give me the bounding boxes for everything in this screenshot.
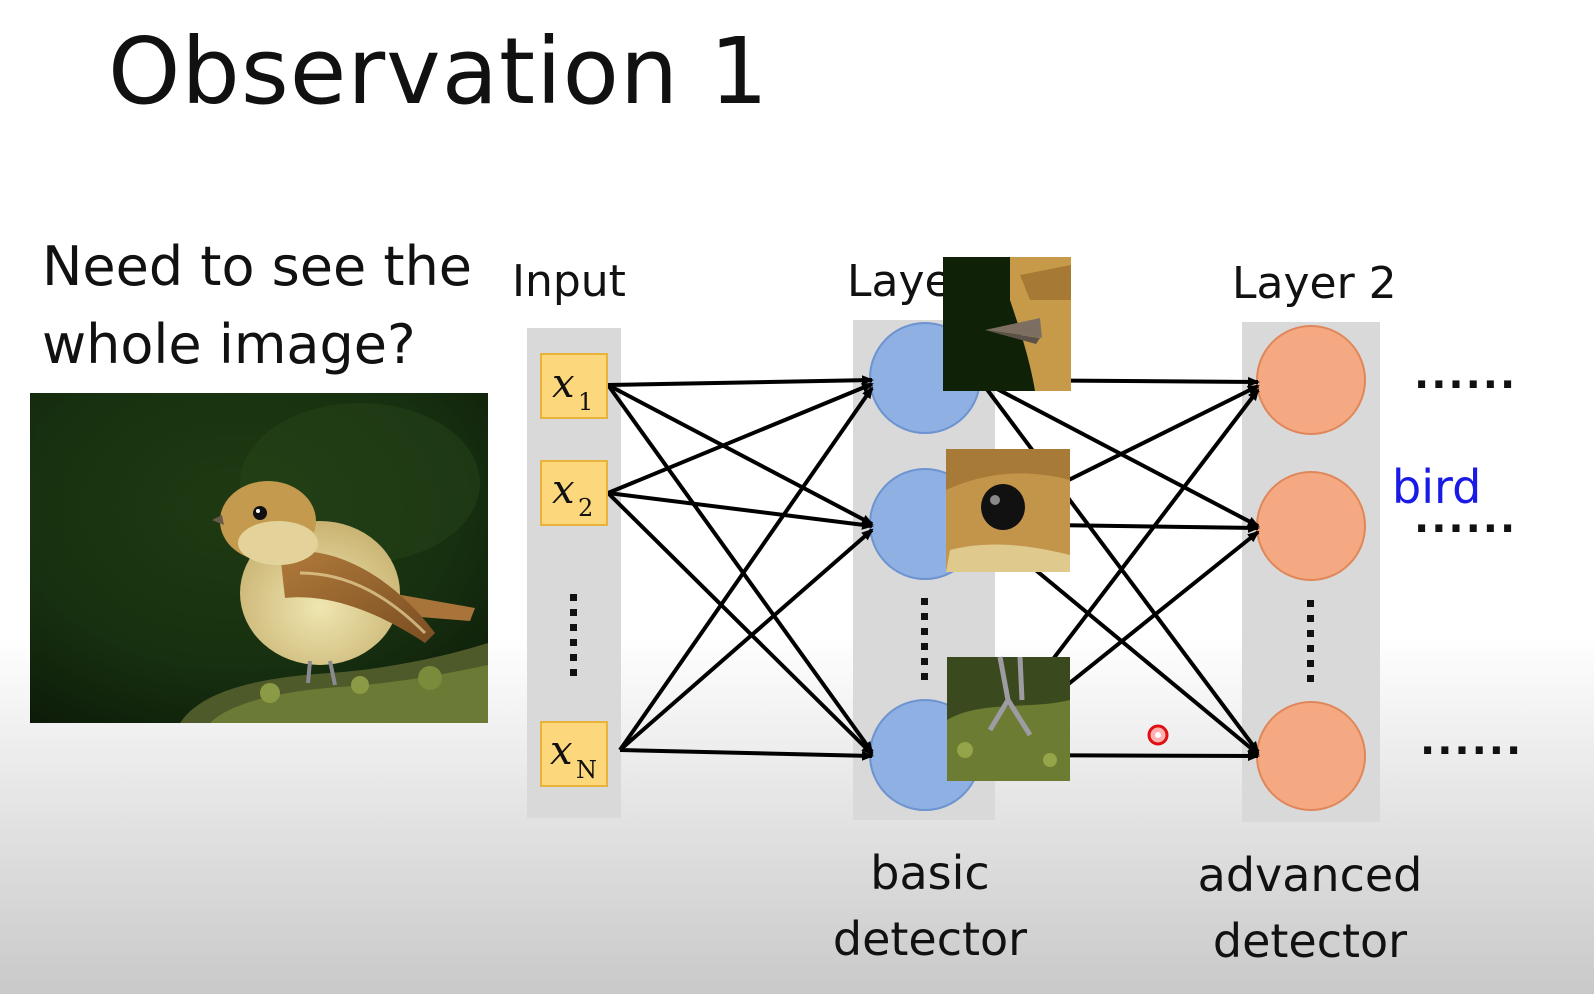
input-var-3: x	[550, 728, 573, 774]
input-label: Input	[512, 256, 626, 307]
input-node-2: x 2	[540, 460, 608, 526]
input-sub-2: 2	[578, 494, 593, 522]
ellipsis-bottom: ......	[1420, 718, 1524, 764]
basic-caption-line2: detector	[832, 912, 1028, 966]
input-sub-3: N	[576, 756, 597, 784]
patch-beak	[943, 257, 1071, 391]
advanced-caption-line1: advanced	[1197, 848, 1423, 902]
input-node-3: x N	[540, 721, 608, 787]
input-sub-1: 1	[578, 388, 593, 416]
laser-pointer-center	[1155, 732, 1161, 738]
layer2-node-3	[1256, 701, 1366, 811]
advanced-caption-line2: detector	[1212, 914, 1408, 968]
ellipsis-middle: ......	[1414, 496, 1518, 542]
ellipsis-top: ......	[1414, 352, 1518, 398]
input-node-1: x 1	[540, 353, 608, 419]
patch-eye	[946, 449, 1070, 572]
input-var-2: x	[552, 467, 575, 513]
input-var-1: x	[552, 361, 575, 407]
layer2-node-2	[1256, 471, 1366, 581]
layer2-label: Layer 2	[1232, 258, 1397, 309]
layer2-node-1	[1256, 325, 1366, 435]
layer1-label: Layer 1	[847, 256, 943, 307]
input-to-layer1-edges	[606, 375, 874, 761]
patch-feet	[947, 656, 1070, 781]
basic-detector-caption: basic detector	[820, 840, 1040, 972]
advanced-detector-caption: advanced detector	[1190, 842, 1430, 974]
basic-caption-line1: basic	[870, 846, 990, 900]
